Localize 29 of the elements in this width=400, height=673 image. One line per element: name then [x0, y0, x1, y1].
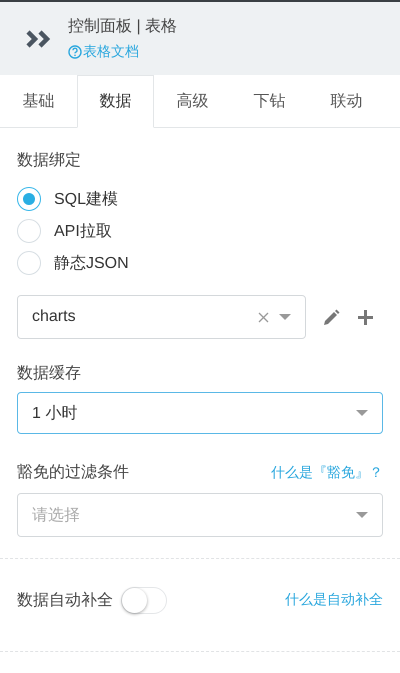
select-value: charts — [32, 308, 77, 326]
cache-select[interactable]: 1 小时 — [17, 392, 383, 434]
radio-label: 静态JSON — [54, 254, 129, 274]
select-value: 1 小时 — [32, 404, 78, 424]
toggle-switch[interactable] — [121, 586, 167, 614]
radio-label: SQL建模 — [54, 190, 118, 210]
section-label: 豁免的过滤条件 — [17, 462, 129, 483]
radio-option[interactable]: API拉取 — [17, 219, 383, 243]
section-label: 数据绑定 — [17, 150, 82, 171]
section-label: 数据缓存 — [17, 364, 82, 384]
pencil-icon[interactable] — [322, 308, 341, 326]
add-icon[interactable] — [357, 308, 374, 326]
clear-icon[interactable] — [258, 312, 269, 322]
caret-icon — [356, 512, 368, 518]
help-icon — [68, 45, 82, 59]
caret-icon — [279, 314, 291, 320]
caret-icon — [356, 410, 368, 416]
tab[interactable]: 数据 — [77, 75, 154, 128]
radio-button[interactable] — [17, 219, 41, 243]
radio-button[interactable] — [17, 251, 41, 275]
select-placeholder: 请选择 — [32, 506, 81, 526]
source-select[interactable]: charts — [17, 295, 306, 339]
radio-button[interactable] — [17, 187, 41, 211]
radio-option[interactable]: SQL建模 — [17, 187, 383, 211]
radio-option[interactable]: 静态JSON — [17, 251, 383, 275]
panel-title: 控制面板 | 表格 — [68, 16, 178, 37]
toggle-label: 数据自动补全 — [17, 590, 113, 610]
radio-label: API拉取 — [54, 222, 112, 242]
double-chevron-icon[interactable] — [26, 28, 52, 48]
